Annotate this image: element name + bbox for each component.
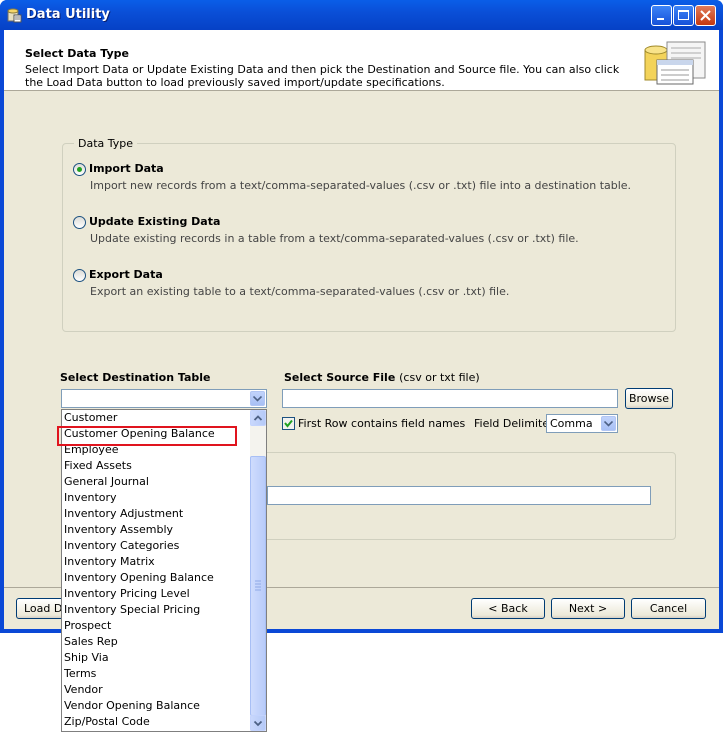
dropdown-option[interactable]: General Journal bbox=[62, 474, 266, 490]
destination-dropdown-button[interactable] bbox=[250, 391, 265, 406]
field-delimiter-combo[interactable]: Comma bbox=[546, 414, 618, 433]
back-button[interactable]: < Back bbox=[471, 598, 545, 619]
close-button[interactable] bbox=[695, 5, 716, 26]
import-data-description: Import new records from a text/comma-sep… bbox=[90, 179, 632, 192]
window-title: Data Utility bbox=[26, 7, 110, 22]
source-file-input[interactable] bbox=[282, 389, 618, 408]
dropdown-option[interactable]: Terms bbox=[62, 666, 266, 682]
field-delimiter-label: Field Delimiter bbox=[474, 417, 554, 430]
import-data-label[interactable]: Import Data bbox=[89, 162, 164, 175]
grip-icon bbox=[255, 580, 261, 591]
dropdown-option[interactable]: Inventory Matrix bbox=[62, 554, 266, 570]
update-existing-data-description: Update existing records in a table from … bbox=[90, 232, 579, 245]
dropdown-option[interactable]: Inventory Opening Balance bbox=[62, 570, 266, 586]
dropdown-option[interactable]: Inventory Special Pricing bbox=[62, 602, 266, 618]
field-delimiter-value: Comma bbox=[550, 417, 593, 430]
highlight-annotation bbox=[57, 426, 237, 446]
dropdown-option[interactable]: Ship Via bbox=[62, 650, 266, 666]
chevron-down-icon bbox=[253, 396, 262, 402]
source-file-label: Select Source File (csv or txt file) bbox=[284, 371, 480, 384]
cancel-button[interactable]: Cancel bbox=[631, 598, 706, 619]
page-description: Select Import Data or Update Existing Da… bbox=[25, 63, 620, 89]
title-bar[interactable]: Data Utility bbox=[0, 0, 723, 30]
scroll-up-button[interactable] bbox=[250, 410, 266, 426]
source-file-label-text: Select Source File bbox=[284, 371, 396, 384]
database-spreadsheet-icon bbox=[644, 41, 706, 85]
dropdown-option[interactable]: Sales Rep bbox=[62, 634, 266, 650]
dropdown-items: Customer Customer Opening Balance Employee… bbox=[62, 410, 266, 730]
export-data-description: Export an existing table to a text/comma… bbox=[90, 285, 510, 298]
export-data-label[interactable]: Export Data bbox=[89, 268, 163, 281]
destination-table-label: Select Destination Table bbox=[60, 371, 211, 384]
data-type-legend: Data Type bbox=[74, 137, 138, 150]
source-file-hint: (csv or txt file) bbox=[399, 371, 480, 384]
page-title: Select Data Type bbox=[25, 47, 129, 60]
dropdown-option[interactable]: Fixed Assets bbox=[62, 458, 266, 474]
scroll-down-button[interactable] bbox=[250, 715, 266, 731]
minimize-button[interactable] bbox=[651, 5, 672, 26]
update-existing-data-label[interactable]: Update Existing Data bbox=[89, 215, 220, 228]
destination-table-dropdown-list[interactable]: Customer Customer Opening Balance Employee… bbox=[61, 409, 267, 732]
chevron-down-icon bbox=[253, 720, 263, 727]
scroll-thumb[interactable] bbox=[250, 456, 266, 716]
chevron-up-icon bbox=[253, 415, 263, 421]
dropdown-option[interactable]: Vendor bbox=[62, 682, 266, 698]
wizard-header: Select Data Type Select Import Data or U… bbox=[4, 30, 719, 91]
chevron-down-icon bbox=[604, 421, 613, 427]
dropdown-option[interactable]: Customer bbox=[62, 410, 266, 426]
dropdown-option[interactable]: Inventory bbox=[62, 490, 266, 506]
dropdown-option[interactable]: Inventory Adjustment bbox=[62, 506, 266, 522]
dropdown-option[interactable]: Inventory Categories bbox=[62, 538, 266, 554]
export-data-radio[interactable] bbox=[73, 269, 86, 282]
dropdown-scrollbar[interactable] bbox=[250, 410, 266, 731]
dropdown-option[interactable]: Prospect bbox=[62, 618, 266, 634]
app-database-icon bbox=[7, 8, 22, 23]
maximize-button[interactable] bbox=[673, 5, 694, 26]
dropdown-option[interactable]: Zip/Postal Code bbox=[62, 714, 266, 730]
first-row-label[interactable]: First Row contains field names bbox=[298, 417, 465, 430]
maximize-icon bbox=[678, 10, 689, 20]
close-icon bbox=[700, 10, 711, 21]
destination-table-combo[interactable] bbox=[61, 389, 267, 408]
next-button[interactable]: Next > bbox=[551, 598, 625, 619]
minimize-icon bbox=[657, 18, 664, 20]
first-row-checkbox[interactable] bbox=[282, 417, 295, 430]
import-data-radio[interactable] bbox=[73, 163, 86, 176]
browse-button[interactable]: Browse bbox=[625, 388, 673, 409]
check-icon bbox=[284, 419, 293, 428]
field-delimiter-dropdown-button[interactable] bbox=[601, 416, 616, 431]
dropdown-option[interactable]: Inventory Assembly bbox=[62, 522, 266, 538]
settings-input[interactable] bbox=[267, 486, 651, 505]
dropdown-option[interactable]: Vendor Opening Balance bbox=[62, 698, 266, 714]
dropdown-option[interactable]: Inventory Pricing Level bbox=[62, 586, 266, 602]
update-existing-data-radio[interactable] bbox=[73, 216, 86, 229]
